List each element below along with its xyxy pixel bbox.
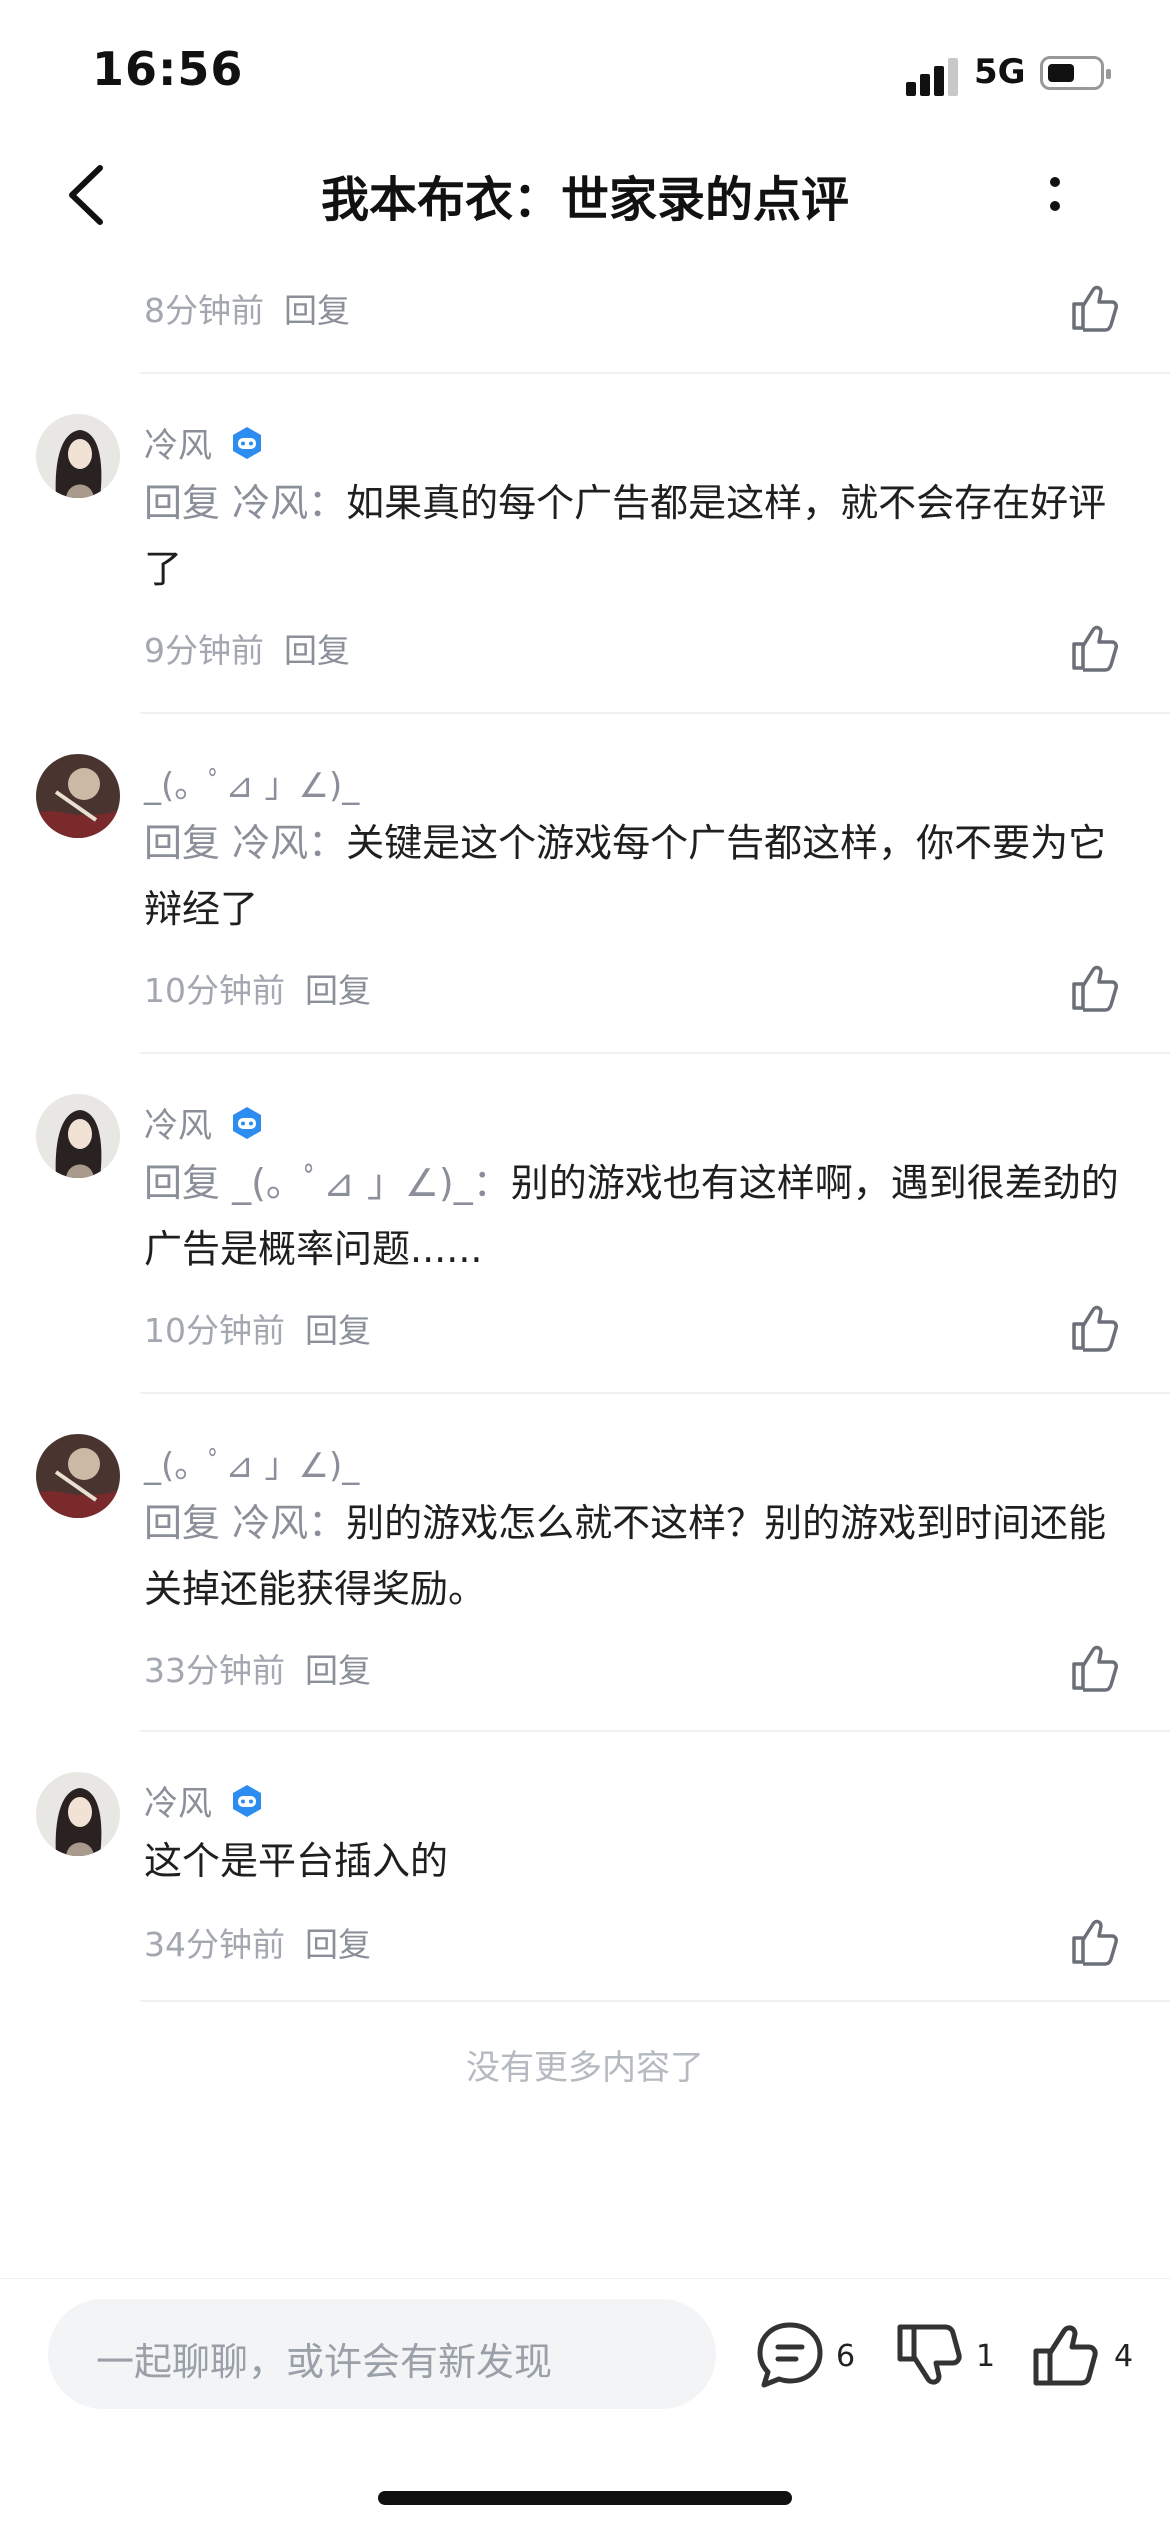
- thumbs-up-icon: [1033, 2325, 1098, 2386]
- avatar[interactable]: [36, 1772, 120, 1856]
- comment-time: 10分钟前: [144, 971, 285, 1010]
- reply-prefix: 回复 冷风：: [144, 1501, 347, 1545]
- comment-time: 10分钟前: [144, 1311, 285, 1350]
- nav-bar: 我本布衣：世家录的点评: [0, 140, 1170, 250]
- game-badge-icon: [233, 427, 261, 459]
- page-title: 我本布衣：世家录的点评: [320, 172, 849, 228]
- comment-time: 33分钟前: [144, 1651, 285, 1690]
- username[interactable]: 冷风: [144, 418, 212, 467]
- divider: [140, 2000, 1170, 2002]
- username[interactable]: 冷风: [144, 1098, 212, 1147]
- like-button[interactable]: 4: [1026, 2317, 1136, 2397]
- avatar[interactable]: [36, 1094, 120, 1178]
- like-icon[interactable]: [1066, 960, 1122, 1016]
- status-time: 16:56: [92, 42, 244, 96]
- avatar[interactable]: [36, 414, 120, 498]
- like-icon[interactable]: [1066, 1300, 1122, 1356]
- comment-text: 回复 _(。ﾟ⊿ 」∠)_：别的游戏也有这样啊，遇到很差劲的广告是概率问题...…: [144, 1150, 1124, 1282]
- username[interactable]: _(。ﾟ⊿ 」∠)_: [144, 1438, 359, 1487]
- comment-input[interactable]: 一起聊聊，或许会有新发现: [48, 2299, 716, 2409]
- battery-icon: [1040, 56, 1111, 90]
- comment-time: 9分钟前: [144, 631, 264, 670]
- thumbs-down-icon: [897, 2324, 962, 2385]
- divider: [140, 1392, 1170, 1394]
- divider: [140, 372, 1170, 374]
- comment-count: 6: [836, 2339, 856, 2374]
- avatar[interactable]: [36, 1434, 120, 1518]
- reply-button[interactable]: 回复: [284, 631, 350, 670]
- dislike-button[interactable]: 1: [890, 2317, 1000, 2397]
- comment-bubble-icon: [757, 2322, 823, 2388]
- comment-body: 这个是平台插入的: [144, 1839, 449, 1883]
- dislike-count: 1: [976, 2339, 996, 2374]
- reply-prefix: 回复 _(。ﾟ⊿ 」∠)_：: [144, 1161, 511, 1205]
- like-icon[interactable]: [1066, 620, 1122, 676]
- comment-meta: 10分钟前 回复: [144, 1304, 371, 1352]
- like-icon[interactable]: [1066, 1640, 1122, 1696]
- comment-meta: 8分钟前 回复: [144, 284, 350, 332]
- reply-button[interactable]: 回复: [305, 1311, 371, 1350]
- comment-text: 回复 冷风：如果真的每个广告都是这样，就不会存在好评了: [144, 470, 1124, 602]
- bottom-bar: 一起聊聊，或许会有新发现 6 1 4: [0, 2278, 1170, 2533]
- username[interactable]: _(。ﾟ⊿ 」∠)_: [144, 758, 359, 807]
- username[interactable]: 冷风: [144, 1776, 212, 1825]
- reply-prefix: 回复 冷风：: [144, 481, 347, 525]
- no-more-label: 没有更多内容了: [466, 2048, 704, 2088]
- divider: [140, 1052, 1170, 1054]
- reply-button[interactable]: 回复: [305, 1925, 371, 1964]
- divider: [140, 1730, 1170, 1732]
- reply-button[interactable]: 回复: [305, 1651, 371, 1690]
- comment-text: 回复 冷风：关键是这个游戏每个广告都这样，你不要为它辩经了: [144, 810, 1124, 942]
- network-label: 5G: [974, 52, 1026, 92]
- reply-button[interactable]: 回复: [284, 291, 350, 330]
- like-icon[interactable]: [1066, 280, 1122, 336]
- reply-prefix: 回复 冷风：: [144, 821, 347, 865]
- reply-button[interactable]: 回复: [305, 971, 371, 1010]
- avatar[interactable]: [36, 754, 120, 838]
- comment-time: 8分钟前: [144, 291, 264, 330]
- comment-meta: 9分钟前 回复: [144, 624, 350, 672]
- game-badge-icon: [233, 1785, 261, 1817]
- home-indicator[interactable]: [378, 2491, 792, 2505]
- signal-icon: [906, 56, 962, 96]
- like-count: 4: [1114, 2339, 1134, 2374]
- divider: [140, 712, 1170, 714]
- comment-count-button[interactable]: 6: [752, 2317, 862, 2397]
- status-bar: 16:56 5G: [0, 0, 1170, 140]
- game-badge-icon: [233, 1107, 261, 1139]
- comment-meta: 33分钟前 回复: [144, 1644, 371, 1692]
- more-icon[interactable]: [1030, 160, 1080, 230]
- comment-meta: 34分钟前 回复: [144, 1918, 371, 1966]
- like-icon[interactable]: [1066, 1914, 1122, 1970]
- input-placeholder: 一起聊聊，或许会有新发现: [96, 2340, 553, 2384]
- comment-text: 回复 冷风：别的游戏怎么就不这样？别的游戏到时间还能关掉还能获得奖励。: [144, 1490, 1124, 1622]
- comment-text: 这个是平台插入的: [144, 1828, 1124, 1894]
- comment-meta: 10分钟前 回复: [144, 964, 371, 1012]
- comment-time: 34分钟前: [144, 1925, 285, 1964]
